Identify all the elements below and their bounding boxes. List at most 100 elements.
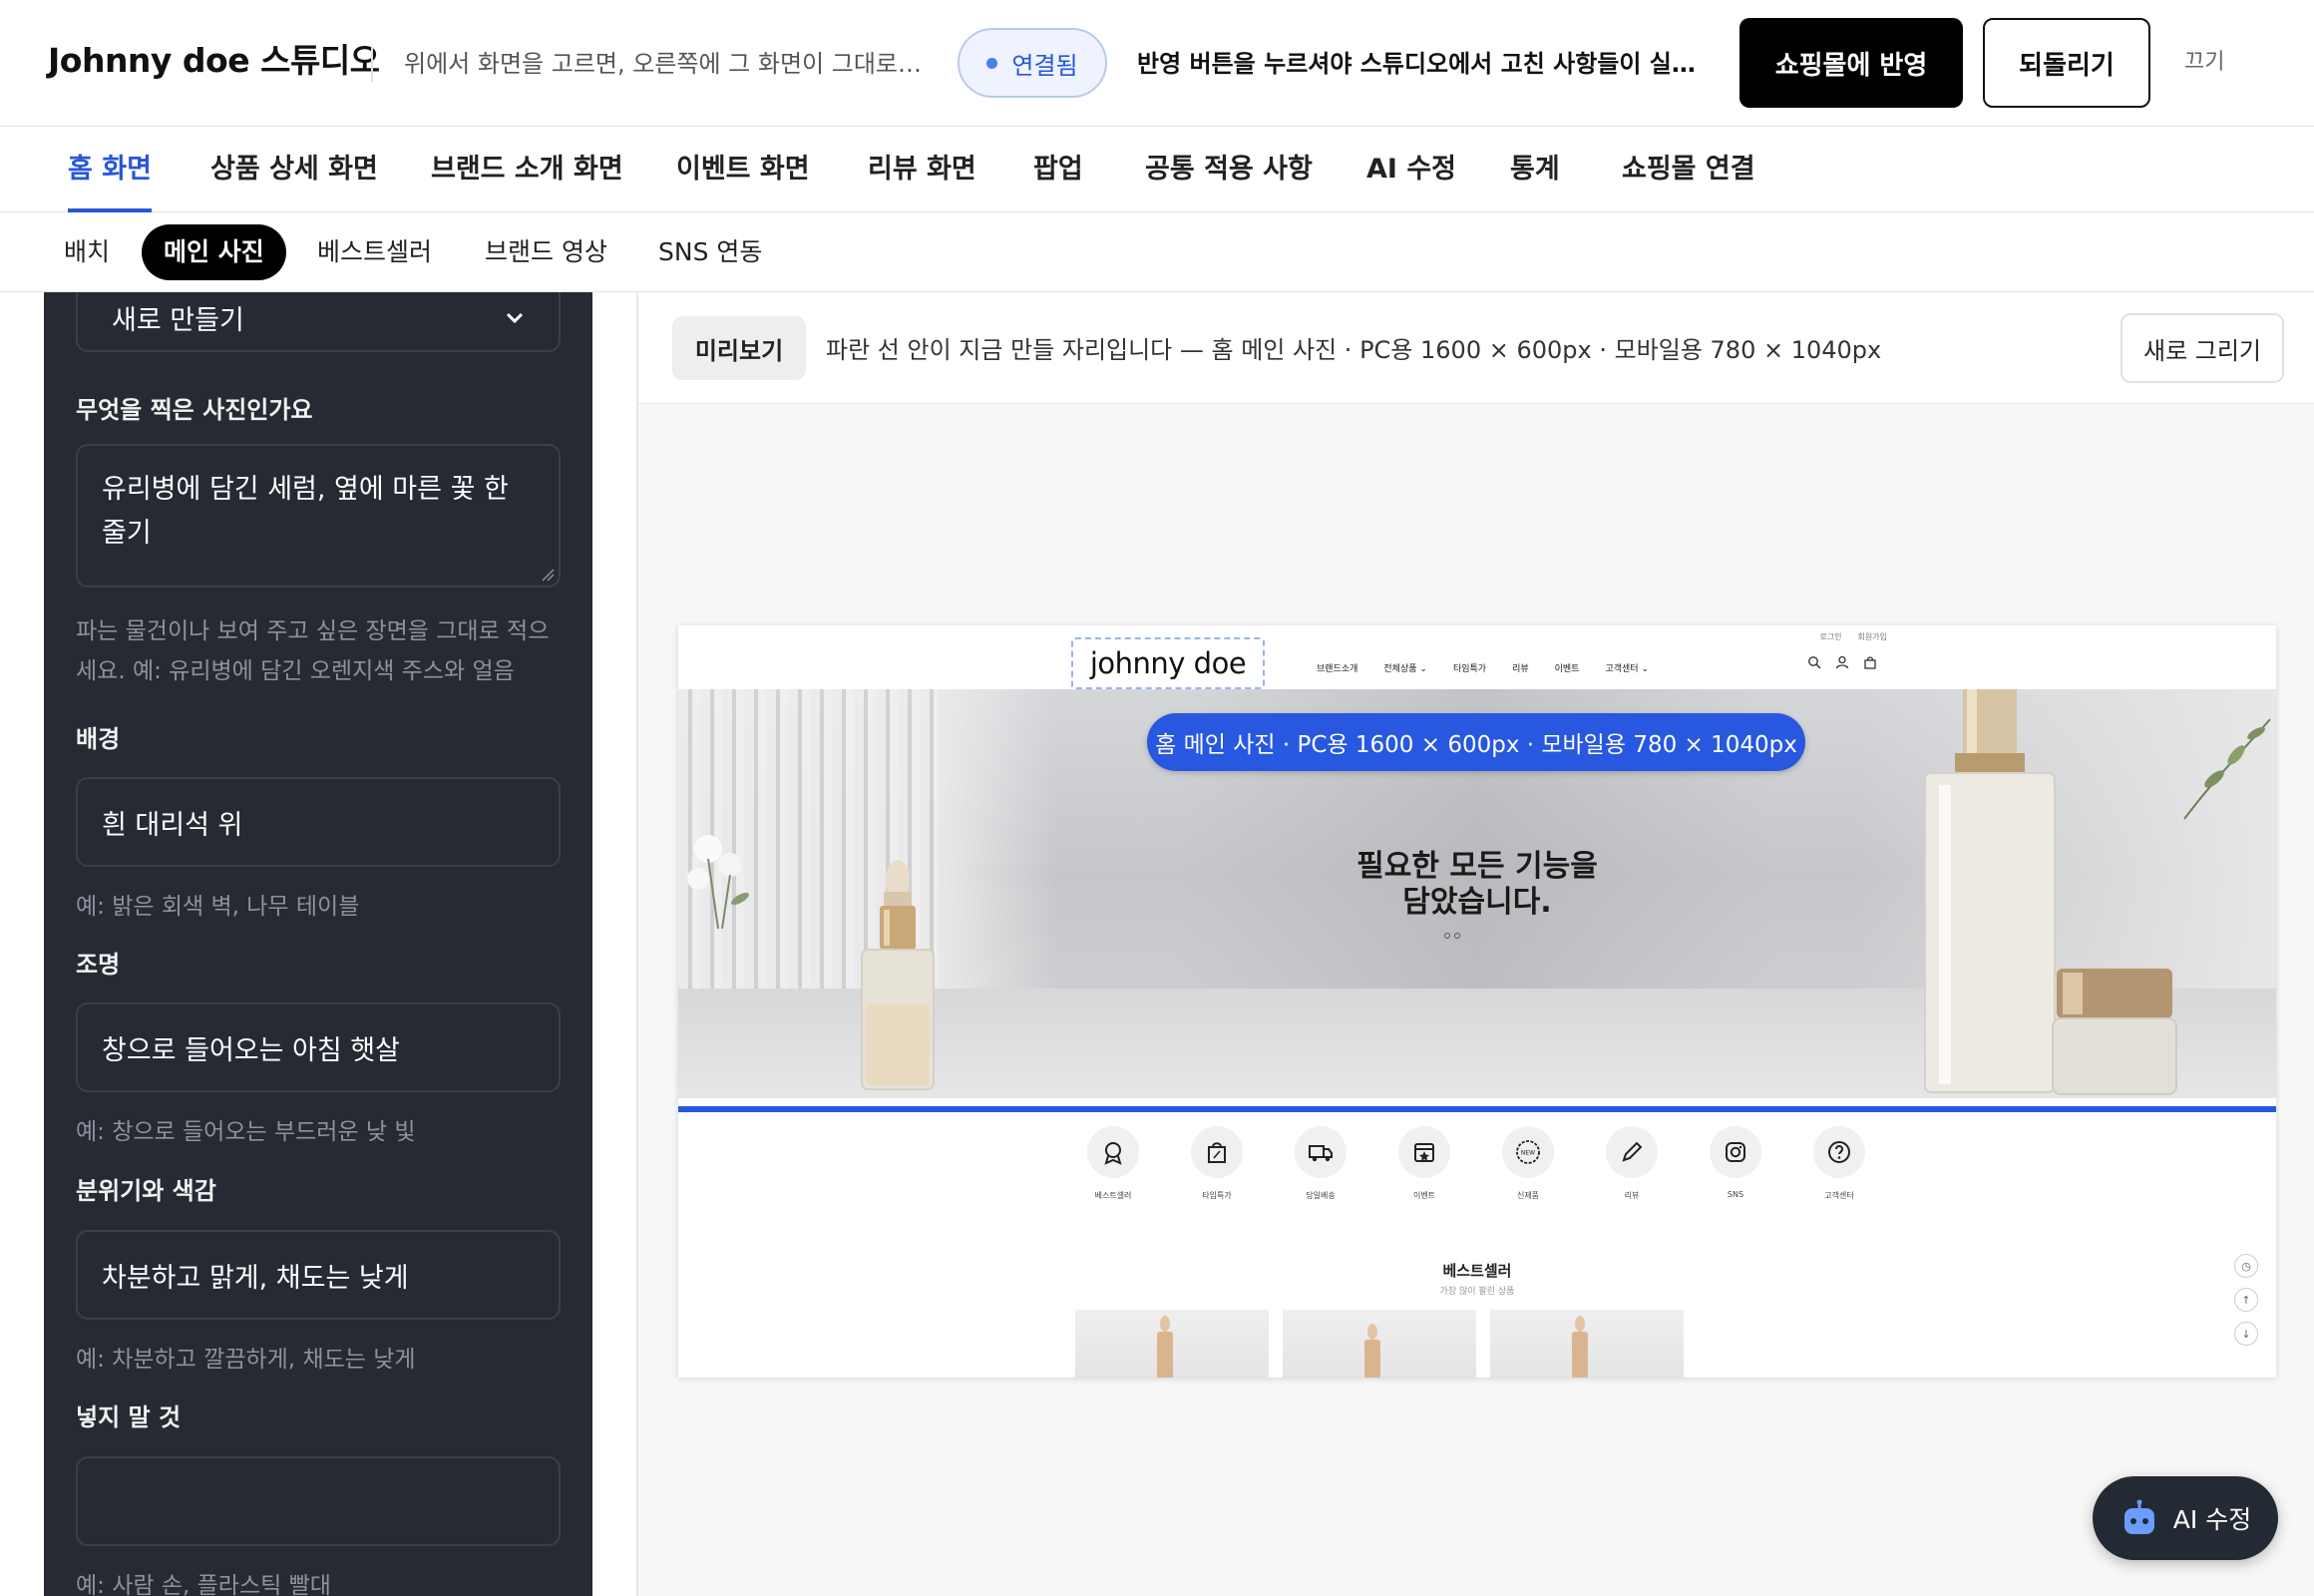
connection-status-text: 연결됨 [1011, 51, 1078, 80]
bestseller-subtitle: 가장 많이 팔린 상품 [1439, 1287, 1515, 1297]
quick-item-new[interactable]: NEW 신제품 [1502, 1126, 1554, 1201]
preview-canvas: 로그인 회원가입 johnny doe 브랜드소개 전체상품 ⌄ 타임특가 리뷰… [638, 404, 2314, 1596]
tab-review[interactable]: 리뷰 화면 [868, 127, 976, 212]
tab-stats[interactable]: 통계 [1510, 127, 1560, 212]
mood-label: 분위기와 색감 [76, 1177, 216, 1205]
product-card[interactable] [1075, 1310, 1269, 1378]
exclude-label: 넣지 말 것 [76, 1403, 182, 1431]
header-description: 위에서 화면을 고르면, 오른쪽에 그 화면이 그대로 보입니다 [404, 50, 923, 78]
bestseller-title: 베스트셀러 [1442, 1262, 1512, 1280]
new-badge-icon: NEW [1516, 1140, 1540, 1164]
search-icon[interactable] [1807, 655, 1821, 669]
subtab-sns[interactable]: SNS 연동 [658, 224, 762, 280]
subtab-bestseller[interactable]: 베스트셀러 [317, 224, 432, 280]
resize-handle-icon[interactable] [541, 568, 555, 582]
recent-icon[interactable]: ◷ [2234, 1254, 2258, 1278]
site-nav-item[interactable]: 브랜드소개 [1317, 661, 1357, 674]
header-note: 반영 버튼을 누르셔야 스튜디오에서 고친 사항들이 실제로 쇼핑몰에 반영됩니… [1137, 50, 1716, 78]
apply-to-shop-button[interactable]: 쇼핑몰에 반영 [1739, 18, 1963, 108]
tab-common[interactable]: 공통 적용 사항 [1145, 127, 1313, 212]
hero-pagination [1444, 933, 1460, 939]
quick-item-event[interactable]: 이벤트 [1398, 1126, 1450, 1201]
hero-title-line-2: 담았습니다. [1402, 885, 1552, 920]
quick-item-same-day[interactable]: 당일배송 [1295, 1126, 1347, 1201]
sub-tabs: 배치 메인 사진 베스트셀러 브랜드 영상 SNS 연동 [0, 212, 2314, 292]
background-help: 예: 밝은 회색 벽, 나무 테이블 [76, 894, 360, 920]
help-circle-icon [1828, 1141, 1850, 1163]
background-input[interactable]: 흰 대리석 위 [76, 777, 561, 867]
subtab-main-photo[interactable]: 메인 사진 [142, 224, 286, 280]
site-nav-item[interactable]: 리뷰 [1512, 661, 1529, 674]
truck-icon [1309, 1145, 1333, 1162]
lighting-help: 예: 창으로 들어오는 부드러운 낮 빛 [76, 1119, 416, 1145]
quick-item-bestseller[interactable]: 베스트셀러 [1087, 1126, 1139, 1201]
turn-off-button[interactable]: 끄기 [2184, 44, 2224, 76]
site-nav-item[interactable]: 이벤트 [1555, 661, 1580, 674]
preview-description: 파란 선 안이 지금 만들 자리입니다 — 홈 메인 사진 · PC용 1600… [826, 336, 1882, 364]
bag-icon[interactable] [1863, 655, 1877, 669]
hero-dot[interactable] [1454, 933, 1460, 939]
status-dot-icon [986, 57, 998, 69]
tab-popup[interactable]: 팝업 [1033, 127, 1083, 212]
tab-product-detail[interactable]: 상품 상세 화면 [210, 127, 378, 212]
hero-dot[interactable] [1444, 933, 1450, 939]
subject-textarea[interactable]: 유리병에 담긴 세럼, 옆에 마른 꽃 한 줄기 [76, 444, 561, 588]
product-card[interactable] [1490, 1310, 1684, 1378]
site-header-icons [1807, 655, 1877, 669]
site-nav-item[interactable]: 전체상품 ⌄ [1383, 661, 1427, 674]
preview-area: 미리보기 파란 선 안이 지금 만들 자리입니다 — 홈 메인 사진 · PC용… [636, 292, 2314, 1596]
mode-select[interactable]: 새로 만들기 [76, 292, 561, 352]
product-image [1157, 1316, 1173, 1378]
hero-size-badge: 홈 메인 사진 · PC용 1600 × 600px · 모바일용 780 × … [1147, 713, 1805, 771]
mood-input[interactable]: 차분하고 맑게, 채도는 낮게 [76, 1230, 561, 1320]
quick-item-time-deal[interactable]: 타임특가 [1191, 1126, 1243, 1201]
tab-brand-intro[interactable]: 브랜드 소개 화면 [431, 127, 623, 212]
subtab-brand-video[interactable]: 브랜드 영상 [485, 224, 607, 280]
quick-item-cs[interactable]: 고객센터 [1813, 1126, 1865, 1201]
main-tabs: 홈 화면 상품 상세 화면 브랜드 소개 화면 이벤트 화면 리뷰 화면 팝업 … [0, 127, 2314, 212]
exclude-input[interactable] [76, 1456, 561, 1546]
site-signup-link[interactable]: 회원가입 [1858, 631, 1887, 642]
site-logo[interactable]: johnny doe [1071, 637, 1265, 689]
photo-settings-panel: 새로 만들기 무엇을 찍은 사진인가요 유리병에 담긴 세럼, 옆에 마른 꽃 … [44, 292, 592, 1596]
ai-edit-float-button[interactable]: AI 수정 [2093, 1476, 2278, 1560]
tab-event[interactable]: 이벤트 화면 [676, 127, 810, 212]
mood-help: 예: 차분하고 깔끔하게, 채도는 낮게 [76, 1347, 416, 1373]
redraw-button[interactable]: 새로 그리기 [2121, 313, 2284, 383]
site-login-link[interactable]: 로그인 [1819, 631, 1841, 642]
arrow-down-icon[interactable]: ↓ [2234, 1322, 2258, 1346]
user-icon[interactable] [1835, 655, 1849, 669]
hero-banner[interactable]: 홈 메인 사진 · PC용 1600 × 600px · 모바일용 780 × … [678, 689, 2276, 1098]
preview-toolbar: 미리보기 파란 선 안이 지금 만들 자리입니다 — 홈 메인 사진 · PC용… [638, 292, 2314, 404]
connection-status-badge: 연결됨 [958, 28, 1107, 98]
instagram-icon [1726, 1142, 1745, 1162]
shop-preview: 로그인 회원가입 johnny doe 브랜드소개 전체상품 ⌄ 타임특가 리뷰… [678, 625, 2276, 1378]
tab-ai-edit[interactable]: AI 수정 [1366, 127, 1456, 212]
tab-shop-connect[interactable]: 쇼핑몰 연결 [1622, 127, 1755, 212]
quick-item-sns[interactable]: SNS [1710, 1126, 1761, 1201]
site-nav-item[interactable]: 타임특가 [1453, 661, 1486, 674]
studio-title: Johnny doe 스튜디오 [48, 41, 380, 80]
site-nav-item[interactable]: 고객센터 ⌄ [1605, 661, 1649, 674]
lighting-input[interactable]: 창으로 들어오는 아침 햇살 [76, 1002, 561, 1092]
arrow-up-icon[interactable]: ↑ [2234, 1288, 2258, 1312]
lighting-label: 조명 [76, 951, 121, 979]
side-scroll-controls: ◷ ↑ ↓ [2234, 1254, 2258, 1346]
ai-edit-label: AI 수정 [2172, 1505, 2252, 1534]
plant-image [2183, 718, 2271, 820]
revert-button[interactable]: 되돌리기 [1983, 18, 2150, 108]
tab-home[interactable]: 홈 화면 [68, 127, 152, 212]
quick-item-review[interactable]: 리뷰 [1606, 1126, 1658, 1201]
product-image [1364, 1324, 1380, 1378]
product-card[interactable] [1283, 1310, 1476, 1378]
subtab-layout[interactable]: 배치 [64, 224, 110, 280]
chevron-down-icon [505, 305, 525, 330]
shopping-bag-percent-icon [1208, 1142, 1226, 1163]
hero-title-line-1: 필요한 모든 기능을 [1356, 849, 1598, 884]
subject-label: 무엇을 찍은 사진인가요 [76, 396, 313, 424]
exclude-help: 예: 사람 손, 플라스틱 빨대 [76, 1573, 331, 1596]
pencil-icon [1622, 1141, 1643, 1162]
site-nav: 브랜드소개 전체상품 ⌄ 타임특가 리뷰 이벤트 고객센터 ⌄ [1317, 661, 1649, 674]
header-divider [371, 46, 373, 82]
preview-chip: 미리보기 [672, 316, 806, 380]
